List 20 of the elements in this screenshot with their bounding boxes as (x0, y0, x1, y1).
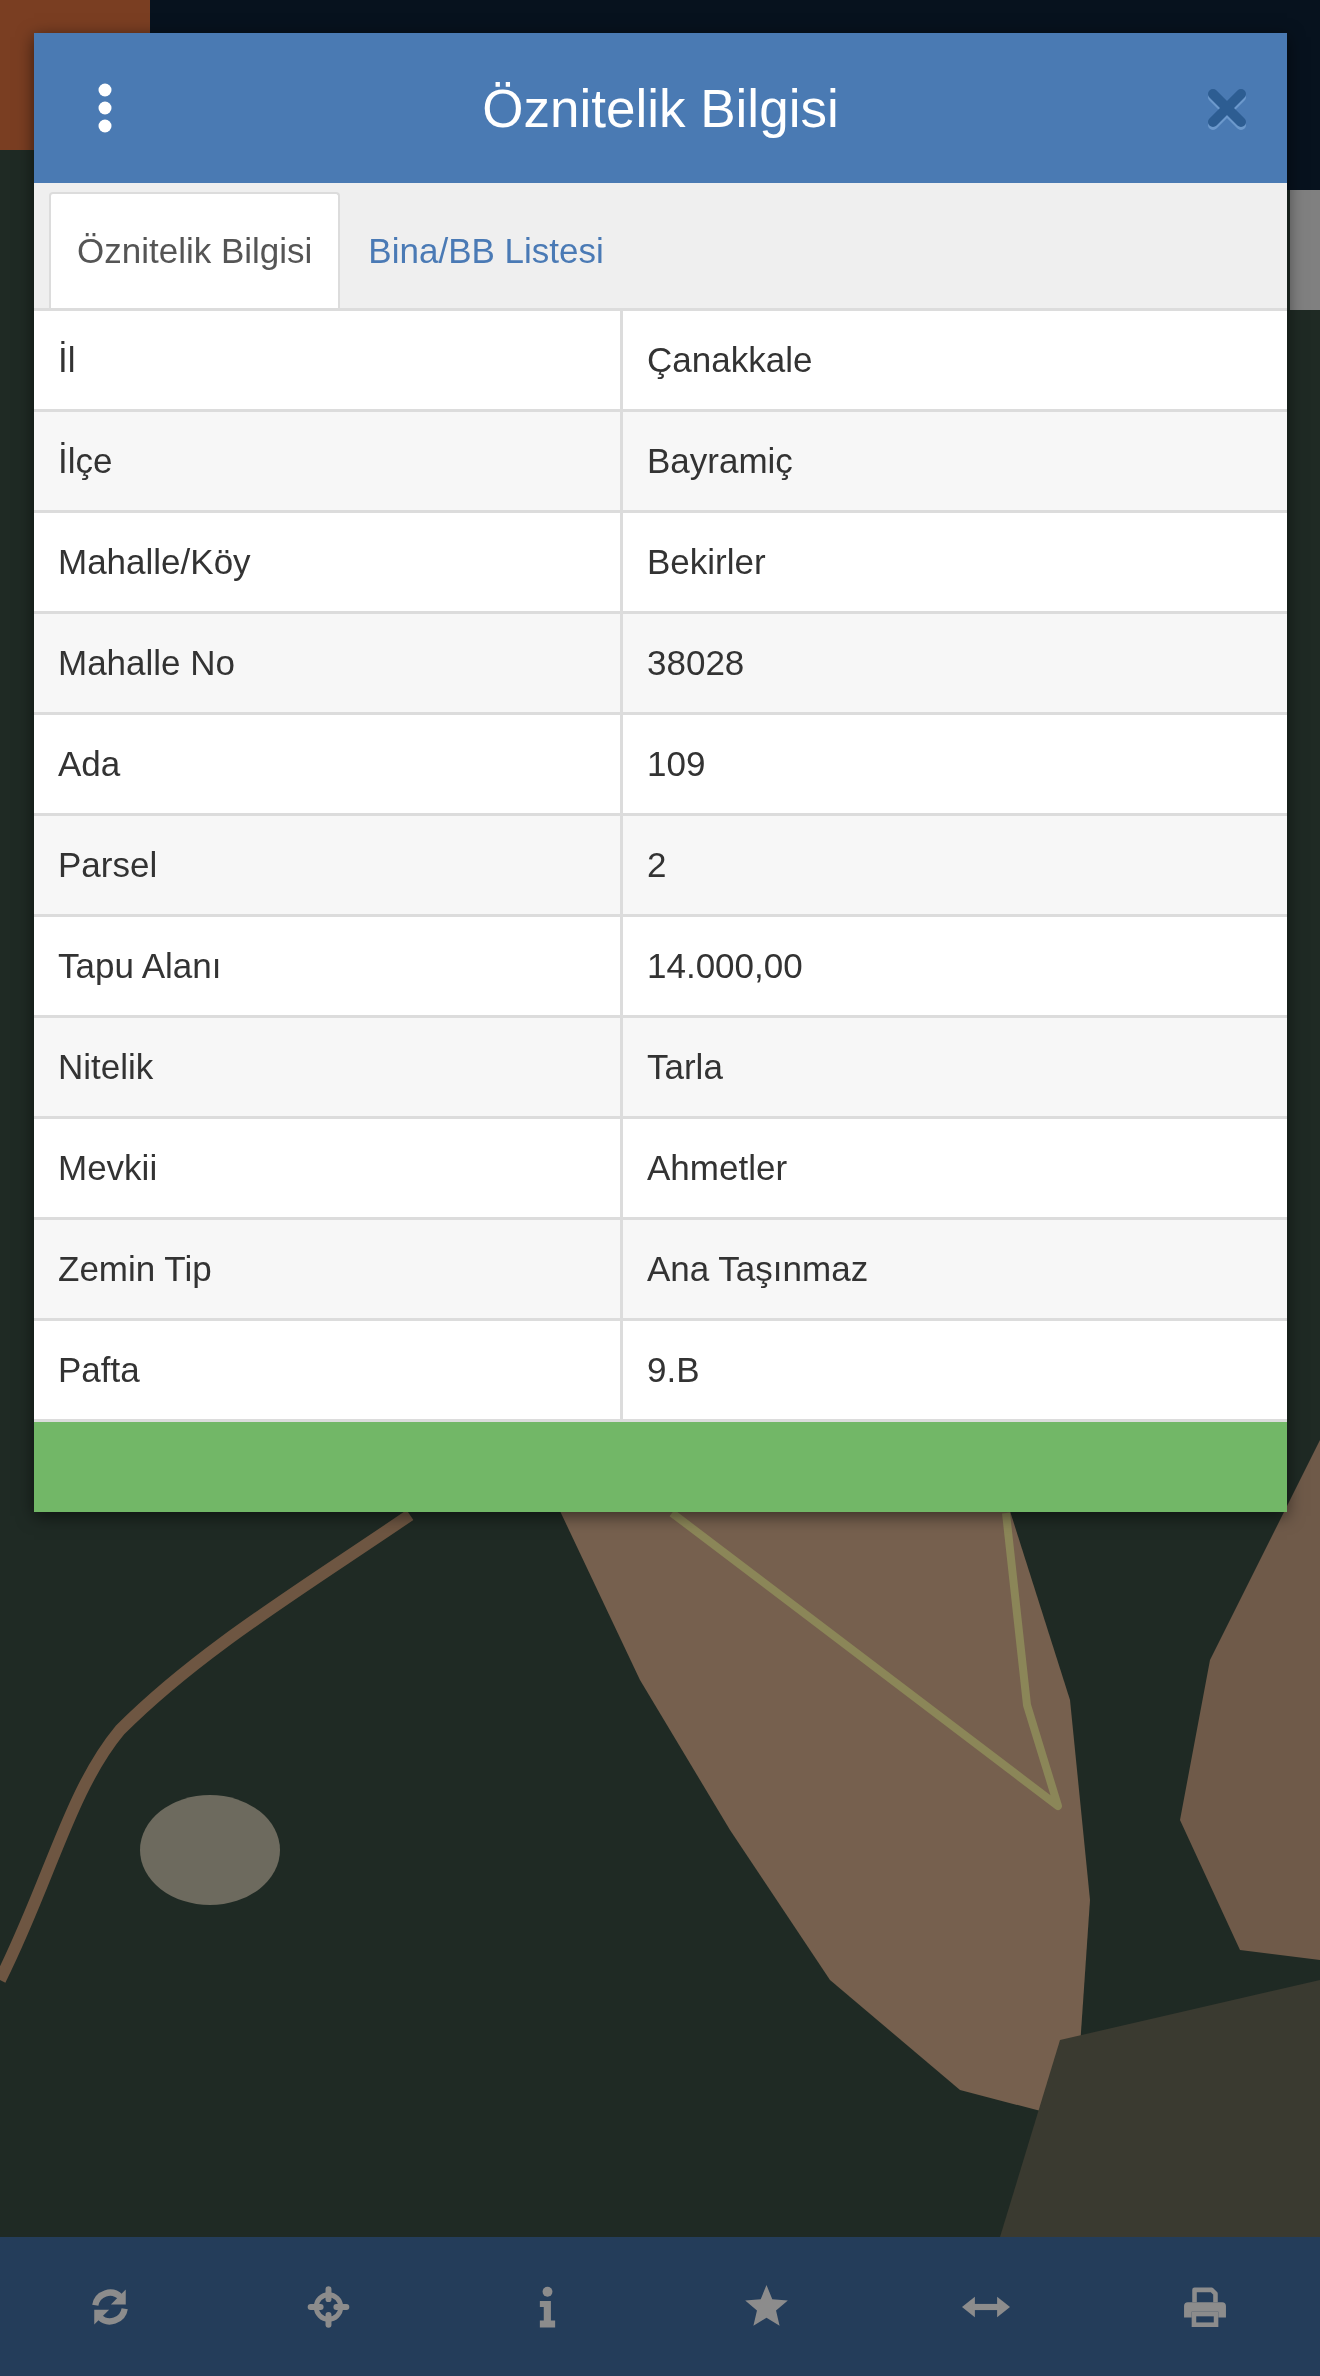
table-cell: 38028 (623, 614, 1287, 715)
table-cell: Parsel (34, 816, 623, 917)
table-cell: Bayramiç (623, 412, 1287, 513)
dialog-title: Öznitelik Bilgisi (482, 77, 839, 139)
horizontal-arrows-icon[interactable] (961, 2295, 1010, 2318)
table-cell: Tarla (623, 1018, 1287, 1119)
tab[interactable]: Bina/BB Listesi (340, 192, 632, 308)
table-cell: Zemin Tip (34, 1220, 623, 1321)
table-cell: Ana Taşınmaz (623, 1220, 1287, 1321)
table-cell: Nitelik (34, 1018, 623, 1119)
star-icon[interactable] (744, 2285, 789, 2328)
printer-icon[interactable] (1181, 2286, 1228, 2327)
info-icon[interactable] (539, 2285, 556, 2328)
crosshair-icon[interactable] (307, 2285, 350, 2328)
table-cell: İlçe (34, 412, 623, 513)
tab[interactable]: Öznitelik Bilgisi (49, 192, 341, 308)
table-cell: Mahalle No (34, 614, 623, 715)
table-cell: 2 (623, 816, 1287, 917)
menu-icon[interactable] (98, 83, 112, 133)
close-icon[interactable] (1207, 89, 1247, 127)
